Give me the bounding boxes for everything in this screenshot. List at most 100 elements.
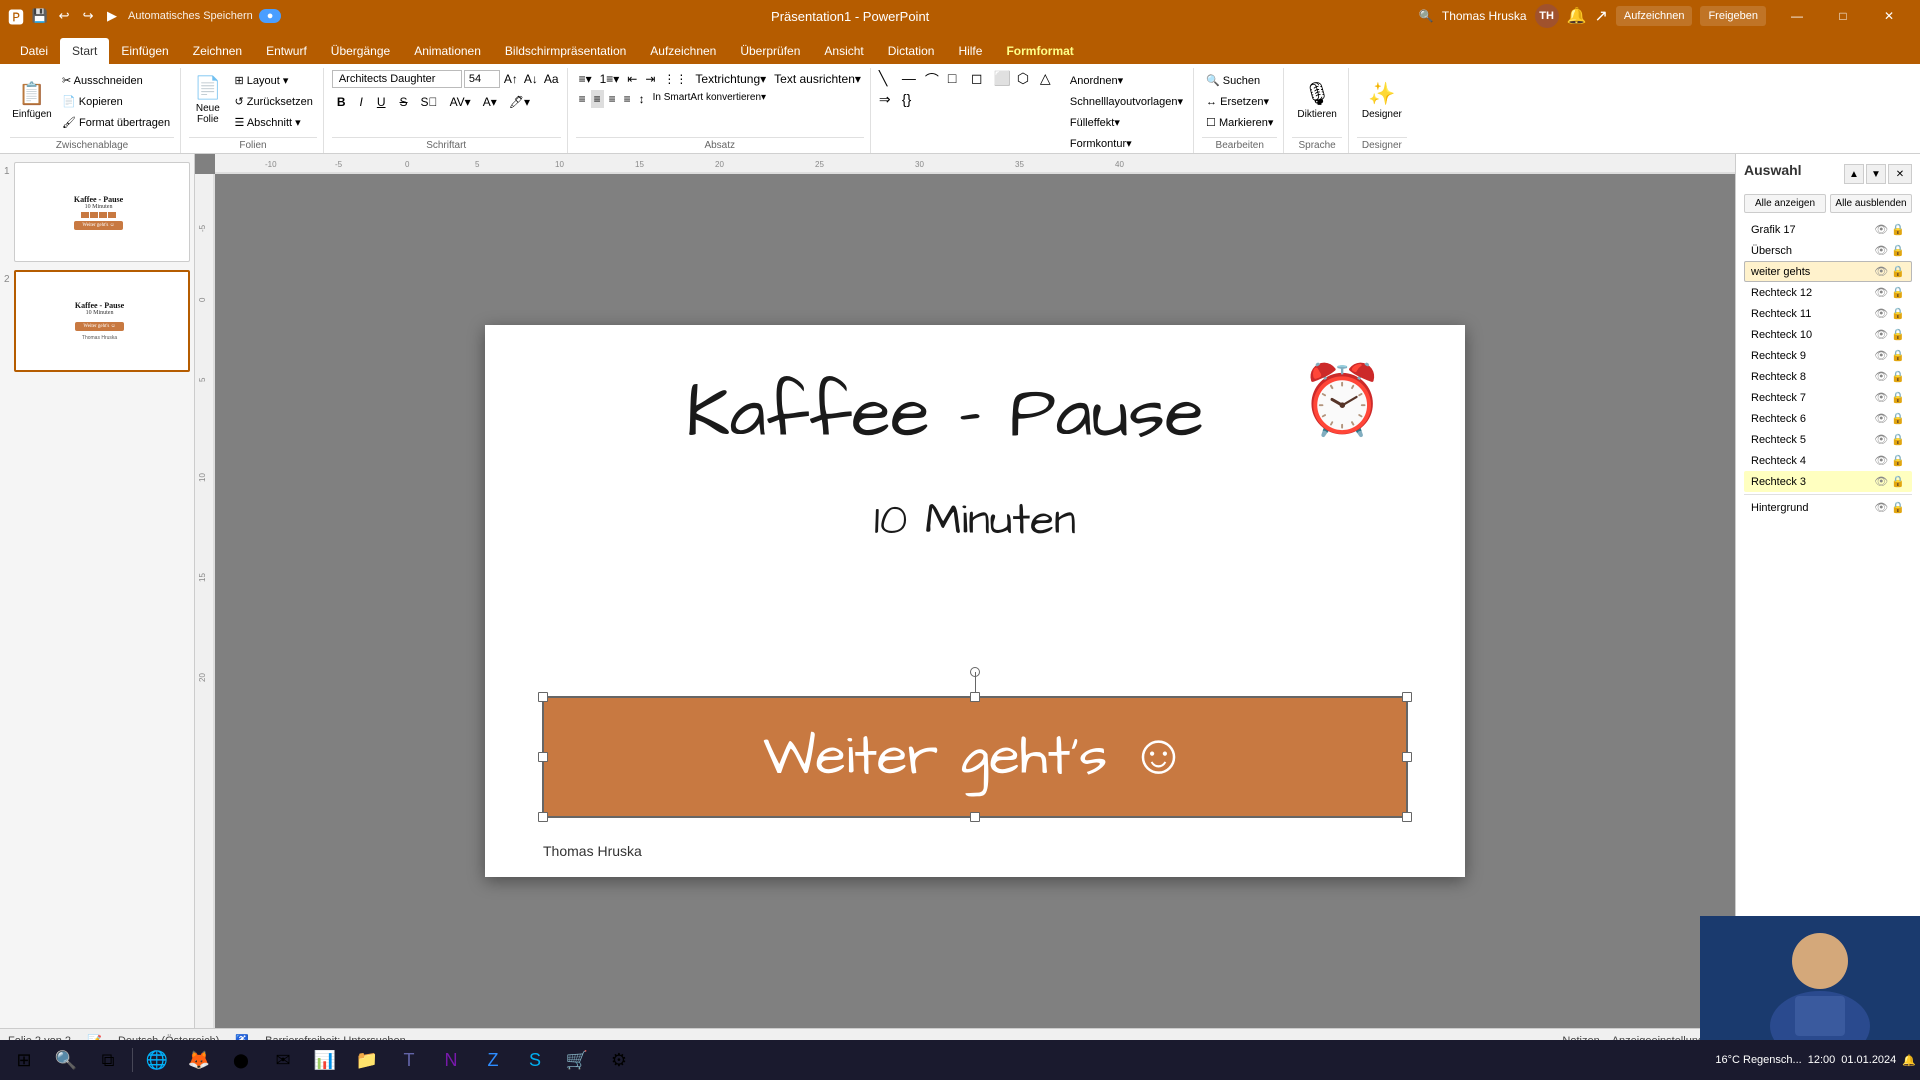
ausschneiden-button[interactable]: ✂ Ausschneiden <box>58 70 174 90</box>
close-button[interactable]: ✕ <box>1866 0 1912 32</box>
shape-1[interactable]: ╲ <box>879 70 901 90</box>
sel-item-rechteck8[interactable]: Rechteck 8 👁 🔒 <box>1744 366 1912 387</box>
close-panel-button[interactable]: ✕ <box>1888 164 1912 184</box>
text-direction-button[interactable]: Textrichtung▾ <box>692 70 769 88</box>
shape-3[interactable]: ⌒ <box>925 70 947 90</box>
highlight-button[interactable]: 🖊▾ <box>505 93 534 111</box>
record-btn[interactable]: Aufzeichnen <box>1616 6 1693 26</box>
shape-2[interactable]: — <box>902 70 924 90</box>
nav-up-button[interactable]: ▲ <box>1844 164 1864 184</box>
shape-8[interactable]: △ <box>1040 70 1062 90</box>
clear-format-button[interactable]: Aa <box>542 70 561 88</box>
onenote-button[interactable]: N <box>431 1042 471 1078</box>
tab-einfuegen[interactable]: Einfügen <box>109 38 180 64</box>
sel-item-weitergehts[interactable]: weiter gehts 👁 🔒 <box>1744 261 1912 282</box>
smartart-button[interactable]: In SmartArt konvertieren▾ <box>650 90 769 108</box>
align-right-button[interactable]: ≡ <box>606 90 619 108</box>
slide-1-thumb[interactable]: Kaffee - Pause 10 Minuten Weiter geht's … <box>14 162 190 262</box>
settings-button[interactable]: ⚙ <box>599 1042 639 1078</box>
fuelleffekt-button[interactable]: Fülleffekt▾ <box>1066 112 1187 132</box>
indent-increase-button[interactable]: ⇥ <box>642 70 658 88</box>
shape-10[interactable]: {} <box>902 91 924 108</box>
shape-5[interactable]: ◻ <box>971 70 993 90</box>
redo-button[interactable]: ↪ <box>78 6 98 26</box>
ersetzen-button[interactable]: ↔ Ersetzen▾ <box>1202 91 1277 111</box>
shape-9[interactable]: ⇒ <box>879 91 901 108</box>
columns-button[interactable]: ⋮⋮ <box>660 70 690 88</box>
sel-item-rechteck11[interactable]: Rechteck 11 👁 🔒 <box>1744 303 1912 324</box>
align-button[interactable]: Text ausrichten▾ <box>771 70 864 88</box>
shape-6[interactable]: ⬜ <box>994 70 1016 90</box>
sel-item-hintergrund[interactable]: Hintergrund 👁 🔒 <box>1744 497 1912 518</box>
hide-all-button[interactable]: Alle ausblenden <box>1830 194 1912 213</box>
zoom-button[interactable]: Z <box>473 1042 513 1078</box>
list-bullet-button[interactable]: ≡▾ <box>576 70 595 88</box>
tab-zeichnen[interactable]: Zeichnen <box>181 38 254 64</box>
formkontur-button[interactable]: Formkontur▾ <box>1066 133 1187 153</box>
tab-start[interactable]: Start <box>60 38 109 64</box>
powerpoint-taskbar-button[interactable]: 📊 <box>305 1042 345 1078</box>
handle-bl[interactable] <box>538 812 548 822</box>
list-number-button[interactable]: 1≡▾ <box>597 70 623 88</box>
font-name-selector[interactable]: Architects Daughter <box>332 70 462 88</box>
italic-button[interactable]: I <box>355 92 368 112</box>
abschnitt-button[interactable]: ☰ Abschnitt ▾ <box>231 112 317 132</box>
autosave-toggle[interactable]: ● <box>259 9 282 23</box>
line-spacing-button[interactable]: ↕ <box>636 90 648 108</box>
font-size-selector[interactable]: 54 <box>464 70 500 88</box>
notification-icon[interactable]: 🔔 <box>1902 1054 1916 1067</box>
sel-item-rechteck12[interactable]: Rechteck 12 👁 🔒 <box>1744 282 1912 303</box>
tab-dictation[interactable]: Dictation <box>876 38 947 64</box>
explorer-button[interactable]: 📁 <box>347 1042 387 1078</box>
markieren-button[interactable]: ☐ Markieren▾ <box>1202 112 1277 132</box>
handle-tm[interactable] <box>970 692 980 702</box>
handle-tr[interactable] <box>1402 692 1412 702</box>
suchen-button[interactable]: 🔍 Suchen <box>1202 70 1277 90</box>
tab-animationen[interactable]: Animationen <box>402 38 493 64</box>
sel-item-rechteck10[interactable]: Rechteck 10 👁 🔒 <box>1744 324 1912 345</box>
skype-button[interactable]: S <box>515 1042 555 1078</box>
font-color-button[interactable]: A▾ <box>479 93 501 111</box>
tab-formformat[interactable]: Formformat <box>994 38 1085 64</box>
handle-mr[interactable] <box>1402 752 1412 762</box>
anordnen-button[interactable]: Anordnen▾ <box>1066 70 1187 90</box>
tab-ueberpruefen[interactable]: Überprüfen <box>728 38 812 64</box>
zuruecksetzen-button[interactable]: ↺ Zurücksetzen <box>231 91 317 111</box>
share-icon[interactable]: ↗ <box>1595 6 1608 26</box>
align-center-button[interactable]: ≡ <box>591 90 604 108</box>
search-taskbar-button[interactable]: 🔍 <box>46 1042 86 1078</box>
minimize-button[interactable]: — <box>1774 0 1820 32</box>
handle-tl[interactable] <box>538 692 548 702</box>
nav-down-button[interactable]: ▼ <box>1866 164 1886 184</box>
increase-font-button[interactable]: A↑ <box>502 70 520 88</box>
edge-button[interactable]: 🌐 <box>137 1042 177 1078</box>
neue-folie-button[interactable]: 📄 NeueFolie <box>189 70 226 130</box>
handle-ml[interactable] <box>538 752 548 762</box>
chrome-button[interactable]: ⬤ <box>221 1042 261 1078</box>
shadow-button[interactable]: S⃝ <box>417 93 442 111</box>
save-button[interactable]: 💾 <box>30 6 50 26</box>
handle-br[interactable] <box>1402 812 1412 822</box>
decrease-font-button[interactable]: A↓ <box>522 70 540 88</box>
diktieren-button[interactable]: 🎙 Diktieren <box>1292 70 1341 130</box>
sel-item-rechteck6[interactable]: Rechteck 6 👁 🔒 <box>1744 408 1912 429</box>
sel-item-rechteck4[interactable]: Rechteck 4 👁 🔒 <box>1744 450 1912 471</box>
designer-button[interactable]: ✨ Designer <box>1357 70 1407 130</box>
store-button[interactable]: 🛒 <box>557 1042 597 1078</box>
shape-7[interactable]: ⬡ <box>1017 70 1039 90</box>
window-controls[interactable]: — □ ✕ <box>1774 0 1912 32</box>
sel-item-rechteck7[interactable]: Rechteck 7 👁 🔒 <box>1744 387 1912 408</box>
mail-button[interactable]: ✉ <box>263 1042 303 1078</box>
shape-4[interactable]: □ <box>948 70 970 90</box>
tab-aufzeichnen[interactable]: Aufzeichnen <box>638 38 728 64</box>
kopieren-button[interactable]: 📄 Kopieren <box>58 91 174 111</box>
tab-hilfe[interactable]: Hilfe <box>946 38 994 64</box>
undo-button[interactable]: ↩ <box>54 6 74 26</box>
present-button[interactable]: ▶ <box>102 6 122 26</box>
show-all-button[interactable]: Alle anzeigen <box>1744 194 1826 213</box>
handle-bm[interactable] <box>970 812 980 822</box>
tab-uebergaenge[interactable]: Übergänge <box>319 38 402 64</box>
tab-ansicht[interactable]: Ansicht <box>812 38 875 64</box>
format-button[interactable]: 🖌 Format übertragen <box>58 112 174 132</box>
sel-item-rechteck3[interactable]: Rechteck 3 👁 🔒 <box>1744 471 1912 492</box>
